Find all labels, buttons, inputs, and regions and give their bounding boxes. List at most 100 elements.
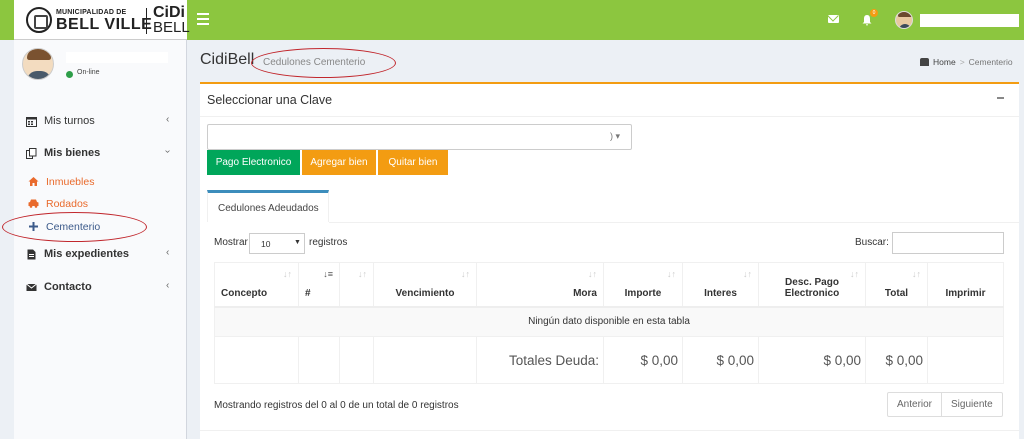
sort-icon: ↓↑ [588, 269, 597, 279]
table-cell [298, 336, 340, 384]
sort-icon: ↓↑ [461, 269, 470, 279]
table-cell [373, 336, 477, 384]
totals-row: Totales Deuda: $ 0,00 $ 0,00 $ 0,00 $ 0,… [214, 336, 1004, 384]
tab-cedulones-adeudados[interactable]: Cedulones Adeudados [207, 190, 329, 222]
divider [200, 116, 1019, 117]
sidebar-subitem-rodados[interactable]: Rodados [14, 195, 187, 213]
app-logo[interactable]: MUNICIPALIDAD DE BELL VILLE CiDi BELL [14, 0, 190, 40]
column-header[interactable]: ↓↑ [339, 262, 374, 308]
sort-icon: ↓↑ [667, 269, 676, 279]
car-icon [28, 199, 39, 208]
table-cell [214, 336, 299, 384]
table-row: Ningún dato disponible en esta tabla [214, 306, 1004, 337]
online-status-icon [66, 71, 73, 78]
user-avatar[interactable] [895, 11, 913, 29]
menu-toggle-icon[interactable] [197, 13, 209, 25]
table-info: Mostrando registros del 0 al 0 de un tot… [214, 400, 459, 411]
sort-icon: ↓↑ [358, 269, 367, 279]
search-input[interactable] [892, 232, 1004, 254]
table-cell [339, 336, 374, 384]
clave-box: Seleccionar una Clave ) ▾ Pago Electroni… [200, 82, 1019, 439]
length-select[interactable]: 10 ▼ [249, 233, 305, 254]
file-icon [27, 249, 36, 260]
sort-icon: ↓↑ [912, 269, 921, 279]
sort-icon: ↓↑ [743, 269, 752, 279]
sidebar: On-line Mis turnos ‹ Mis bienes ‹ Inmueb… [2, 40, 187, 439]
breadcrumb-separator: > [959, 57, 965, 67]
sidebar-item-mis-expedientes[interactable]: Mis expedientes ‹ [14, 244, 187, 266]
breadcrumb-home[interactable]: Home [933, 57, 956, 67]
column-header[interactable]: ↓↑ Importe [603, 262, 683, 308]
logo-cidi-text: CiDi [153, 4, 185, 21]
sort-desc-icon: ↓≡ [323, 269, 333, 279]
column-header[interactable]: ↓↑ Mora [476, 262, 604, 308]
sort-icon: ↓↑ [283, 269, 292, 279]
length-after-label: registros [309, 237, 348, 248]
user-name [66, 52, 168, 63]
agregar-bien-button[interactable]: Agregar bien [302, 150, 376, 175]
envelope-icon [26, 283, 37, 291]
sidebar-subitem-label: Cementerio [46, 221, 101, 233]
chevron-down-icon: ‹ [162, 149, 174, 154]
sidebar-item-mis-bienes[interactable]: Mis bienes ‹ [14, 143, 187, 165]
chevron-left-icon: ‹ [166, 114, 170, 125]
sidebar-item-label: Mis bienes [44, 147, 101, 159]
length-value: 10 [261, 239, 271, 249]
user-panel: On-line [14, 40, 187, 102]
previous-page-button[interactable]: Anterior [888, 393, 941, 416]
logo-city-text: BELL VILLE [56, 16, 153, 33]
clave-select[interactable]: ) ▾ [207, 124, 632, 150]
user-photo [22, 48, 54, 80]
sidebar-item-label: Mis expedientes [44, 248, 129, 260]
sidebar-item-label: Contacto [44, 281, 92, 293]
select-value: ) ▾ [610, 131, 621, 141]
logo-municipality-text: MUNICIPALIDAD DE [56, 9, 127, 16]
municipal-crest-icon [26, 7, 52, 33]
sidebar-subitem-label: Inmuebles [46, 176, 95, 188]
page-subtitle: Cedulones Cementerio [263, 57, 366, 68]
tab-divider [329, 222, 1019, 223]
column-header[interactable]: ↓↑ Interes [682, 262, 759, 308]
breadcrumb: Home > Cementerio [920, 57, 1013, 67]
sidebar-subitem-inmuebles[interactable]: Inmuebles [14, 173, 187, 191]
total-importe: $ 0,00 [603, 336, 683, 384]
sidebar-item-label: Mis turnos [44, 115, 95, 127]
home-icon [28, 177, 39, 186]
column-header[interactable]: ↓≡ # [298, 262, 340, 308]
length-label: Mostrar [214, 237, 248, 248]
column-header[interactable]: ↓↑ Vencimiento [373, 262, 477, 308]
online-status-label: On-line [77, 69, 100, 76]
quitar-bien-button[interactable]: Quitar bien [378, 150, 448, 175]
chevron-down-icon: ▼ [294, 239, 301, 246]
search-label: Buscar: [855, 237, 889, 248]
total-interes: $ 0,00 [682, 336, 759, 384]
column-header[interactable]: ↓↑ Concepto [214, 262, 299, 308]
page-title: CidiBell [200, 51, 255, 68]
sidebar-subitem-label: Rodados [46, 198, 89, 210]
column-header[interactable]: ↓↑ Desc. Pago Electronico [758, 262, 866, 308]
box-title: Seleccionar una Clave [207, 93, 333, 107]
pago-electronico-button[interactable]: Pago Electronico [207, 150, 300, 175]
box-footer-divider [200, 430, 1019, 431]
envelope-icon[interactable] [828, 15, 839, 23]
table-cell [927, 336, 1004, 384]
chevron-left-icon: ‹ [166, 247, 170, 258]
notification-badge: 0 [870, 9, 878, 17]
top-navbar: MUNICIPALIDAD DE BELL VILLE CiDi BELL 0 [0, 0, 1024, 40]
next-page-button[interactable]: Siguiente [941, 393, 1002, 416]
copy-icon [26, 148, 37, 159]
calendar-icon [26, 117, 37, 127]
pagination: Anterior Siguiente [887, 392, 1003, 417]
sidebar-item-contacto[interactable]: Contacto ‹ [14, 277, 187, 299]
breadcrumb-current: Cementerio [968, 57, 1013, 67]
total-total: $ 0,00 [865, 336, 928, 384]
user-name-field[interactable] [920, 14, 1019, 27]
sidebar-item-mis-turnos[interactable]: Mis turnos ‹ [14, 111, 187, 133]
tab-label: Cedulones Adeudados [218, 203, 319, 214]
column-header[interactable]: ↓↑ Total [865, 262, 928, 308]
total-descuento: $ 0,00 [758, 336, 866, 384]
sort-icon: ↓↑ [850, 269, 859, 279]
sidebar-subitem-cementerio[interactable]: Cementerio [14, 218, 187, 236]
logo-divider [146, 8, 147, 34]
collapse-icon[interactable] [997, 97, 1004, 99]
